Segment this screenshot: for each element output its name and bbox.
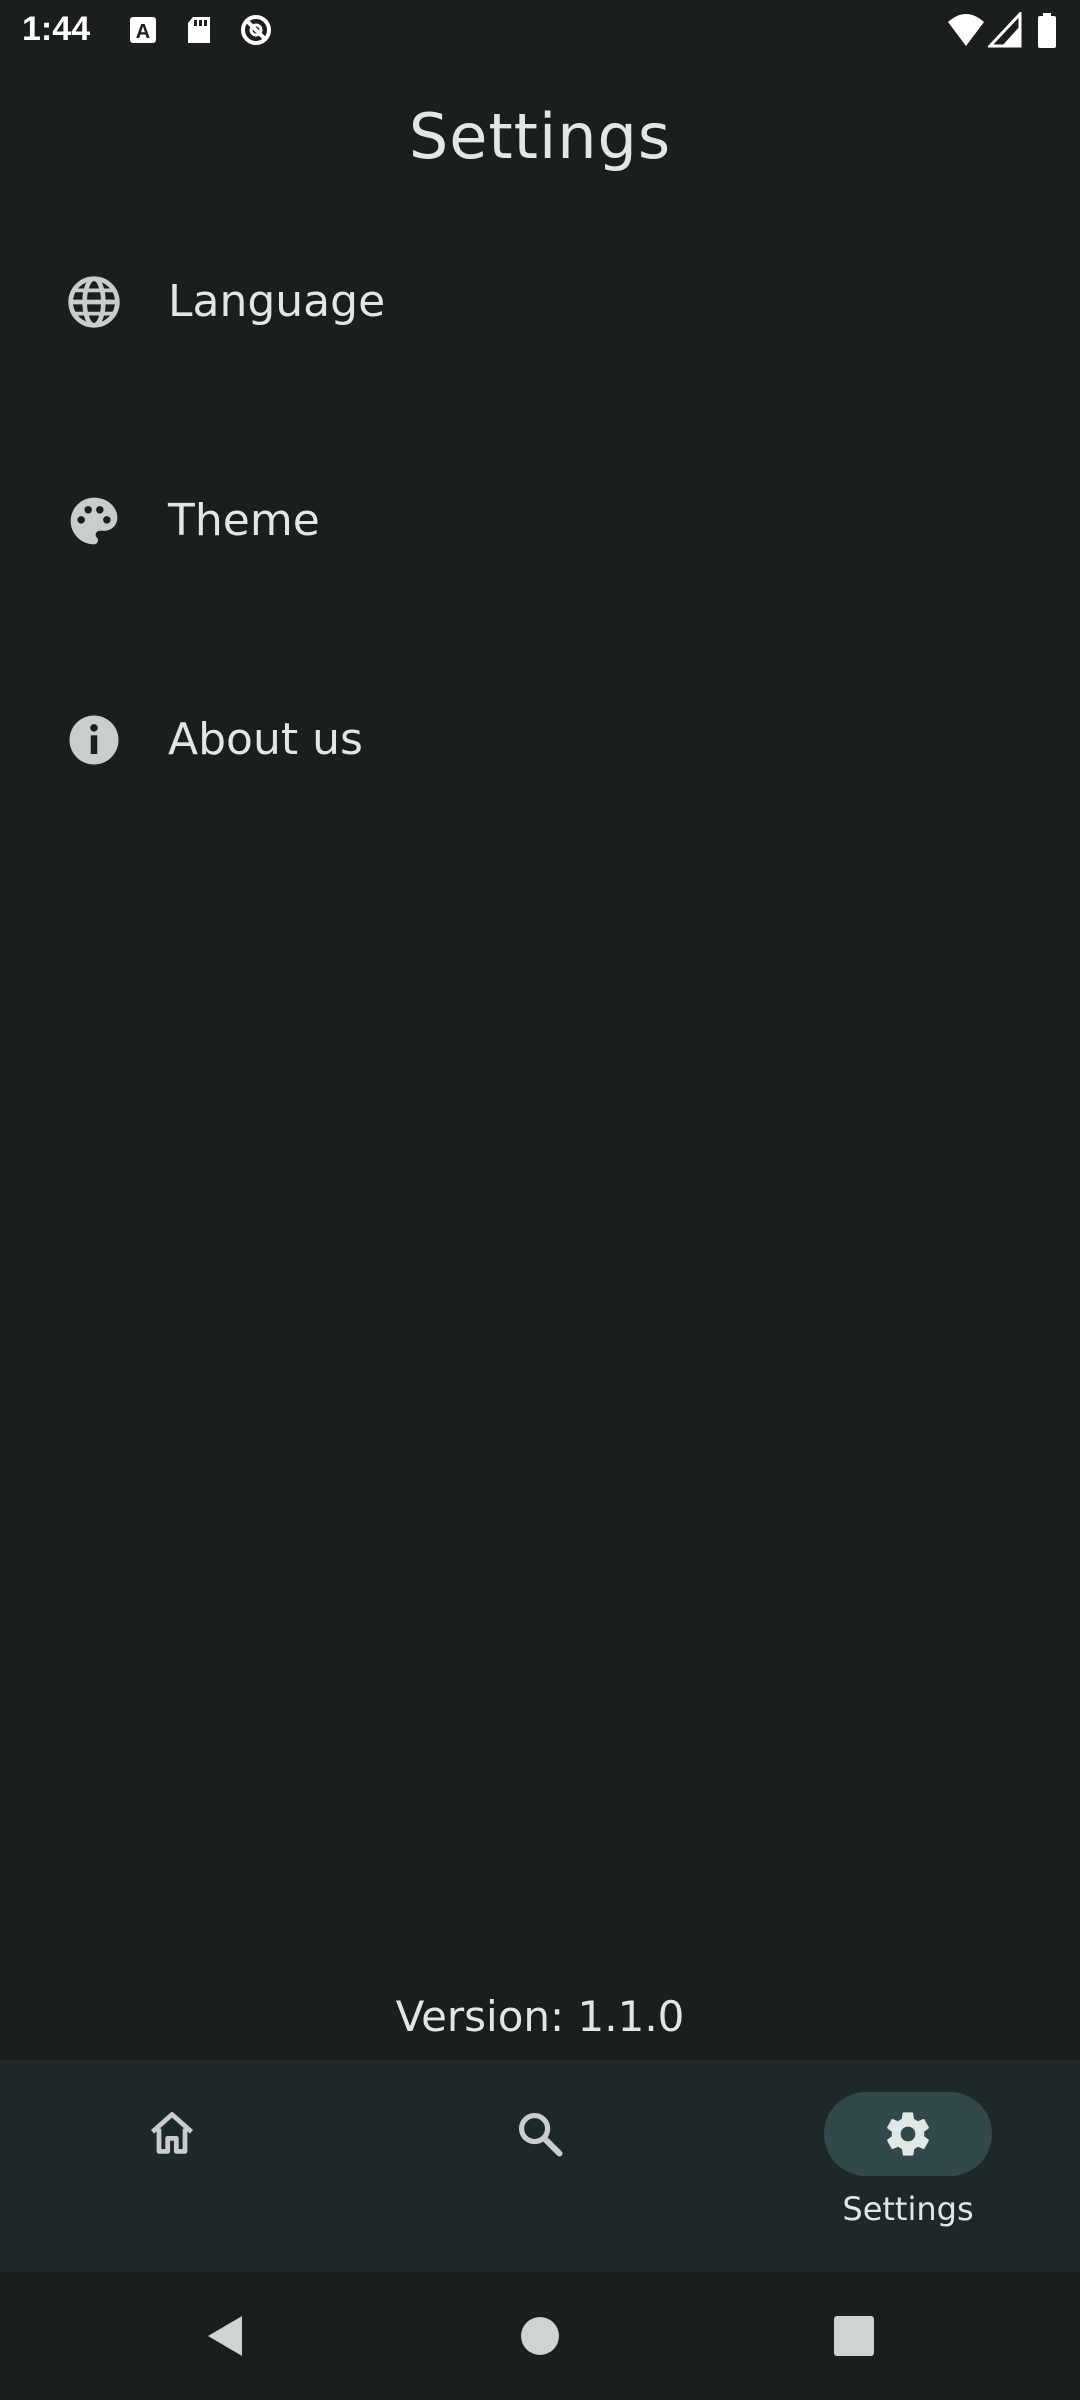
page-title: Settings [408,100,672,173]
settings-item-label: About us [168,714,363,765]
settings-list: Language Theme About us [0,232,1080,889]
svg-text:A: A [136,21,150,43]
nav-pill [88,2092,256,2176]
settings-item-theme[interactable]: Theme [0,451,1080,670]
settings-item-language[interactable]: Language [0,232,1080,451]
settings-screen: 1:44 A Settings Language Theme About us … [0,0,1080,2400]
globe-icon [68,276,120,328]
status-bar: 1:44 A [0,0,1080,62]
info-icon [69,715,119,765]
nav-item-settings[interactable]: Settings [824,2092,992,2242]
status-time: 1:44 [22,10,91,48]
text-a-icon: A [130,17,156,43]
no-disturb-icon [241,15,271,45]
back-icon[interactable] [200,2310,252,2362]
home-icon [150,2112,194,2154]
signal-icon [988,12,1022,48]
nav-item-search[interactable] [456,2092,624,2242]
bottom-navigation-bar: Settings [0,2060,1080,2272]
nav-label: Settings [842,2190,974,2228]
settings-item-label: Theme [168,495,320,546]
nav-pill [456,2092,624,2176]
sd-card-icon [188,17,210,43]
system-navigation-bar [0,2272,1080,2400]
palette-icon [70,497,118,545]
search-icon [518,2112,563,2157]
gear-icon [887,2112,929,2156]
settings-item-about-us[interactable]: About us [0,670,1080,889]
nav-item-home[interactable] [88,2092,256,2242]
recents-icon[interactable] [828,2310,880,2362]
battery-icon [1038,13,1056,48]
wifi-icon [948,14,984,46]
home-circle-icon[interactable] [514,2310,566,2362]
version-text: Version: 1.1.0 [395,1992,685,2041]
nav-pill-active [824,2092,992,2176]
settings-item-label: Language [168,276,386,327]
